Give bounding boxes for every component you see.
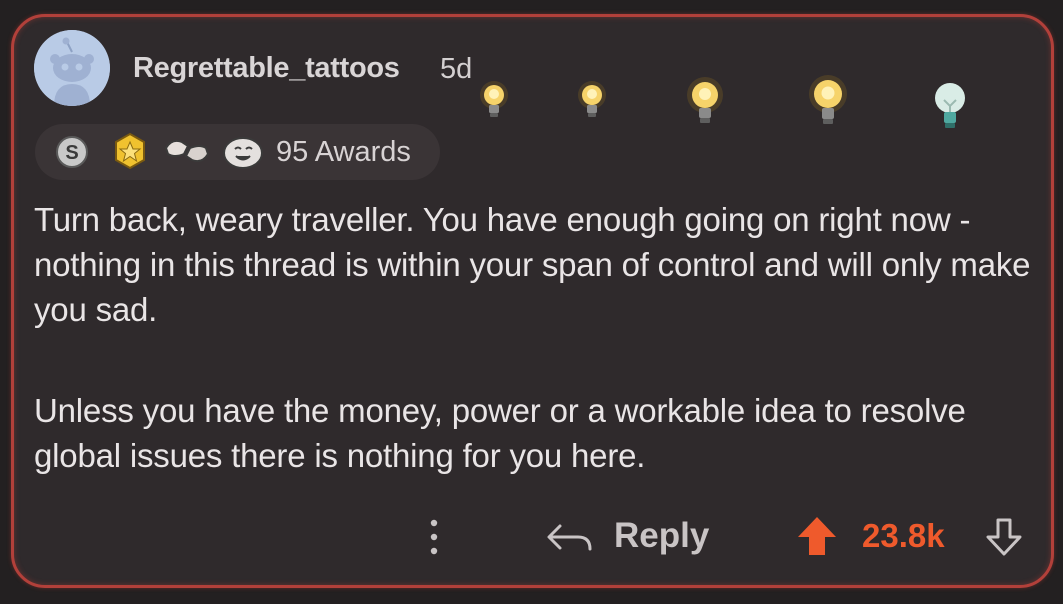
lightbulb-off-icon [935,83,965,128]
silver-award-icon: S [56,136,88,168]
snoo-avatar-icon [34,30,110,106]
lightbulb-icon [687,77,723,123]
upvote-arrow-icon[interactable] [795,514,839,558]
lightbulb-icon [578,81,606,117]
avatar[interactable] [34,30,110,106]
downvote-arrow-icon[interactable] [983,516,1025,558]
gold-award-icon [115,132,145,170]
laughing-face-award-icon [223,137,263,169]
lightbulb-icon [480,81,508,117]
reply-arrow-icon [547,524,592,551]
vote-score: 23.8k [862,517,945,554]
more-vertical-icon[interactable] [418,514,450,560]
comment-paragraph: Turn back, weary traveller. You have eno… [34,201,1031,328]
username-link[interactable]: Regrettable_tattoos [133,52,400,85]
fist-bump-award-icon [164,139,210,163]
lightbulb-icon [809,75,847,124]
comment-paragraph: Unless you have the money, power or a wo… [34,392,966,474]
reply-label[interactable]: Reply [614,516,709,556]
awards-count: 95 Awards [276,136,411,168]
comment-age: 5d [440,53,473,85]
svg-text:S: S [65,142,78,164]
